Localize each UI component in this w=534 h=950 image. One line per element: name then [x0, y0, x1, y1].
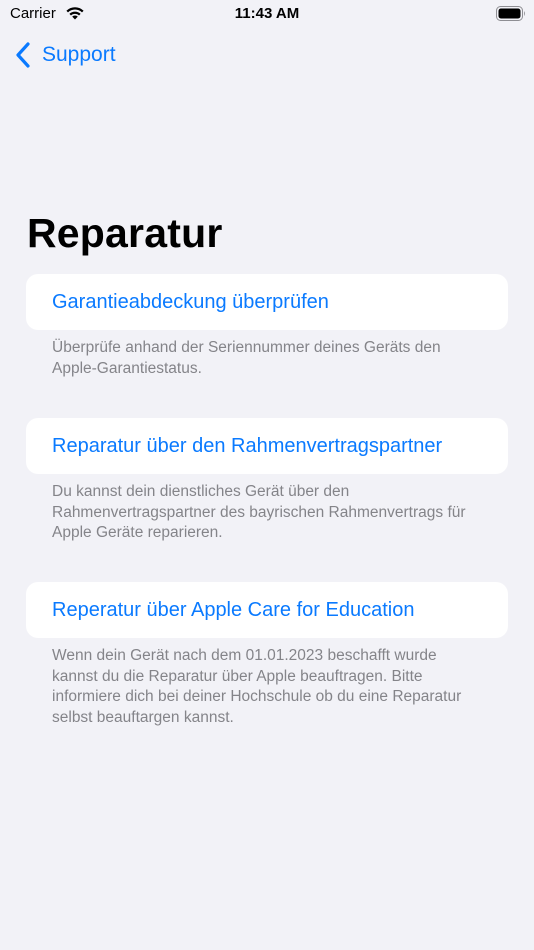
applecare-footer: Wenn dein Gerät nach dem 01.01.2023 besc…	[52, 647, 462, 726]
applecare-repair-label: Reperatur über Apple Care for Education	[52, 598, 415, 621]
status-bar: Carrier 11:43 AM	[0, 0, 534, 30]
framework-partner-repair-label: Reparatur über den Rahmenvertragspartner	[52, 434, 443, 457]
section-applecare: Reperatur über Apple Care for Education …	[26, 582, 508, 728]
clock: 11:43 AM	[234, 5, 300, 22]
framework-partner-repair-button[interactable]: Reparatur über den Rahmenvertragspartner	[26, 418, 508, 474]
section-framework-partner: Reparatur über den Rahmenvertragspartner…	[26, 418, 508, 544]
back-button-label: Support	[42, 43, 116, 66]
warranty-check-label: Garantieabdeckung überprüfen	[52, 290, 329, 313]
navigation-bar: Support	[0, 34, 534, 78]
page-title: Reparatur	[27, 210, 223, 256]
framework-partner-footer: Du kannst dein dienstliches Gerät über d…	[52, 483, 466, 541]
back-button[interactable]: Support	[14, 38, 116, 72]
battery-icon	[496, 6, 525, 21]
chevron-left-icon	[16, 42, 30, 68]
section-warranty: Garantieabdeckung überprüfen Überprüfe a…	[26, 274, 508, 379]
warranty-check-button[interactable]: Garantieabdeckung überprüfen	[26, 274, 508, 330]
applecare-repair-button[interactable]: Reperatur über Apple Care for Education	[26, 582, 508, 638]
warranty-footer: Überprüfe anhand der Seriennummer deines…	[52, 339, 441, 377]
